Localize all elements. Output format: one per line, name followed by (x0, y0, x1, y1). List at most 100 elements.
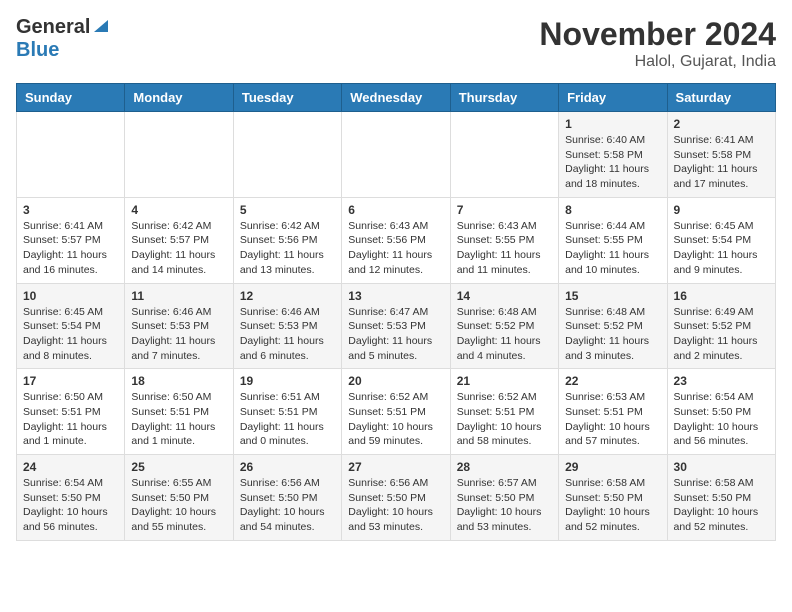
calendar-cell: 28 Sunrise: 6:57 AMSunset: 5:50 PMDayligh… (450, 455, 558, 541)
day-info: Sunrise: 6:48 AMSunset: 5:52 PMDaylight:… (565, 305, 660, 364)
day-number: 8 (565, 203, 660, 217)
day-number: 17 (23, 374, 118, 388)
logo-blue-text: Blue (16, 39, 59, 61)
calendar-cell: 3 Sunrise: 6:41 AMSunset: 5:57 PMDaylight… (17, 197, 125, 283)
day-info: Sunrise: 6:42 AMSunset: 5:56 PMDaylight:… (240, 219, 335, 278)
day-number: 18 (131, 374, 226, 388)
day-number: 9 (674, 203, 769, 217)
day-number: 5 (240, 203, 335, 217)
calendar-week-row: 3 Sunrise: 6:41 AMSunset: 5:57 PMDaylight… (17, 197, 776, 283)
day-number: 21 (457, 374, 552, 388)
calendar-cell: 15 Sunrise: 6:48 AMSunset: 5:52 PMDayligh… (559, 283, 667, 369)
day-info: Sunrise: 6:58 AMSunset: 5:50 PMDaylight:… (565, 476, 660, 535)
weekday-header: Monday (125, 84, 233, 112)
day-number: 25 (131, 460, 226, 474)
calendar-cell: 24Sunrise: 6:54 AMSunset: 5:50 PMDayligh… (17, 455, 125, 541)
day-number: 24 (23, 460, 118, 474)
day-number: 15 (565, 289, 660, 303)
calendar-cell (125, 112, 233, 198)
calendar-week-row: 1 Sunrise: 6:40 AMSunset: 5:58 PMDaylight… (17, 112, 776, 198)
day-number: 19 (240, 374, 335, 388)
calendar-cell: 12Sunrise: 6:46 AMSunset: 5:53 PMDayligh… (233, 283, 341, 369)
calendar-cell: 21Sunrise: 6:52 AMSunset: 5:51 PMDayligh… (450, 369, 558, 455)
logo-general-text: General (16, 16, 90, 39)
day-number: 16 (674, 289, 769, 303)
weekday-header: Friday (559, 84, 667, 112)
day-info: Sunrise: 6:45 AMSunset: 5:54 PMDaylight:… (23, 305, 118, 364)
day-info: Sunrise: 6:54 AMSunset: 5:50 PMDaylight:… (674, 390, 769, 449)
day-number: 3 (23, 203, 118, 217)
calendar-cell: 6 Sunrise: 6:43 AMSunset: 5:56 PMDaylight… (342, 197, 450, 283)
day-number: 27 (348, 460, 443, 474)
weekday-header: Sunday (17, 84, 125, 112)
day-info: Sunrise: 6:55 AMSunset: 5:50 PMDaylight:… (131, 476, 226, 535)
calendar-header-row: SundayMondayTuesdayWednesdayThursdayFrid… (17, 84, 776, 112)
calendar-cell (233, 112, 341, 198)
day-info: Sunrise: 6:57 AMSunset: 5:50 PMDaylight:… (457, 476, 552, 535)
day-number: 11 (131, 289, 226, 303)
day-number: 14 (457, 289, 552, 303)
calendar-cell: 17 Sunrise: 6:50 AMSunset: 5:51 PMDayligh… (17, 369, 125, 455)
day-info: Sunrise: 6:51 AMSunset: 5:51 PMDaylight:… (240, 390, 335, 449)
calendar-cell: 16 Sunrise: 6:49 AMSunset: 5:52 PMDayligh… (667, 283, 775, 369)
calendar-cell: 1 Sunrise: 6:40 AMSunset: 5:58 PMDaylight… (559, 112, 667, 198)
calendar-cell: 22Sunrise: 6:53 AMSunset: 5:51 PMDayligh… (559, 369, 667, 455)
calendar-cell: 23 Sunrise: 6:54 AMSunset: 5:50 PMDayligh… (667, 369, 775, 455)
day-info: Sunrise: 6:46 AMSunset: 5:53 PMDaylight:… (131, 305, 226, 364)
day-number: 13 (348, 289, 443, 303)
weekday-header: Saturday (667, 84, 775, 112)
day-info: Sunrise: 6:58 AMSunset: 5:50 PMDaylight:… (674, 476, 769, 535)
day-info: Sunrise: 6:52 AMSunset: 5:51 PMDaylight:… (348, 390, 443, 449)
calendar-cell: 9Sunrise: 6:45 AMSunset: 5:54 PMDaylight… (667, 197, 775, 283)
day-number: 2 (674, 117, 769, 131)
calendar-cell: 11 Sunrise: 6:46 AMSunset: 5:53 PMDayligh… (125, 283, 233, 369)
day-info: Sunrise: 6:56 AMSunset: 5:50 PMDaylight:… (348, 476, 443, 535)
calendar-cell: 30 Sunrise: 6:58 AMSunset: 5:50 PMDayligh… (667, 455, 775, 541)
day-info: Sunrise: 6:48 AMSunset: 5:52 PMDaylight:… (457, 305, 552, 364)
day-info: Sunrise: 6:46 AMSunset: 5:53 PMDaylight:… (240, 305, 335, 364)
day-number: 1 (565, 117, 660, 131)
weekday-header: Wednesday (342, 84, 450, 112)
day-number: 4 (131, 203, 226, 217)
day-info: Sunrise: 6:43 AMSunset: 5:56 PMDaylight:… (348, 219, 443, 278)
calendar-cell (17, 112, 125, 198)
day-info: Sunrise: 6:50 AMSunset: 5:51 PMDaylight:… (131, 390, 226, 449)
calendar-cell: 13 Sunrise: 6:47 AMSunset: 5:53 PMDayligh… (342, 283, 450, 369)
day-number: 20 (348, 374, 443, 388)
day-info: Sunrise: 6:44 AMSunset: 5:55 PMDaylight:… (565, 219, 660, 278)
day-number: 23 (674, 374, 769, 388)
day-info: Sunrise: 6:41 AMSunset: 5:58 PMDaylight:… (674, 133, 769, 192)
day-info: Sunrise: 6:41 AMSunset: 5:57 PMDaylight:… (23, 219, 118, 278)
calendar-cell: 7 Sunrise: 6:43 AMSunset: 5:55 PMDaylight… (450, 197, 558, 283)
calendar-cell: 4 Sunrise: 6:42 AMSunset: 5:57 PMDaylight… (125, 197, 233, 283)
calendar-cell (450, 112, 558, 198)
calendar-cell (342, 112, 450, 198)
calendar-table: SundayMondayTuesdayWednesdayThursdayFrid… (16, 83, 776, 541)
day-info: Sunrise: 6:40 AMSunset: 5:58 PMDaylight:… (565, 133, 660, 192)
calendar-cell: 27 Sunrise: 6:56 AMSunset: 5:50 PMDayligh… (342, 455, 450, 541)
calendar-cell: 18 Sunrise: 6:50 AMSunset: 5:51 PMDayligh… (125, 369, 233, 455)
day-info: Sunrise: 6:56 AMSunset: 5:50 PMDaylight:… (240, 476, 335, 535)
day-number: 6 (348, 203, 443, 217)
logo-icon (92, 16, 110, 34)
page-header: General Blue November 2024 Halol, Gujara… (16, 16, 776, 71)
day-info: Sunrise: 6:47 AMSunset: 5:53 PMDaylight:… (348, 305, 443, 364)
calendar-week-row: 17 Sunrise: 6:50 AMSunset: 5:51 PMDayligh… (17, 369, 776, 455)
day-info: Sunrise: 6:49 AMSunset: 5:52 PMDaylight:… (674, 305, 769, 364)
calendar-week-row: 24Sunrise: 6:54 AMSunset: 5:50 PMDayligh… (17, 455, 776, 541)
weekday-header: Thursday (450, 84, 558, 112)
day-number: 26 (240, 460, 335, 474)
day-info: Sunrise: 6:53 AMSunset: 5:51 PMDaylight:… (565, 390, 660, 449)
day-info: Sunrise: 6:50 AMSunset: 5:51 PMDaylight:… (23, 390, 118, 449)
day-info: Sunrise: 6:42 AMSunset: 5:57 PMDaylight:… (131, 219, 226, 278)
calendar-cell: 26 Sunrise: 6:56 AMSunset: 5:50 PMDayligh… (233, 455, 341, 541)
title-section: November 2024 Halol, Gujarat, India (539, 16, 776, 71)
calendar-cell: 10Sunrise: 6:45 AMSunset: 5:54 PMDayligh… (17, 283, 125, 369)
day-number: 30 (674, 460, 769, 474)
day-number: 28 (457, 460, 552, 474)
calendar-week-row: 10Sunrise: 6:45 AMSunset: 5:54 PMDayligh… (17, 283, 776, 369)
month-title: November 2024 (539, 16, 776, 53)
calendar-cell: 14 Sunrise: 6:48 AMSunset: 5:52 PMDayligh… (450, 283, 558, 369)
day-number: 7 (457, 203, 552, 217)
day-info: Sunrise: 6:43 AMSunset: 5:55 PMDaylight:… (457, 219, 552, 278)
